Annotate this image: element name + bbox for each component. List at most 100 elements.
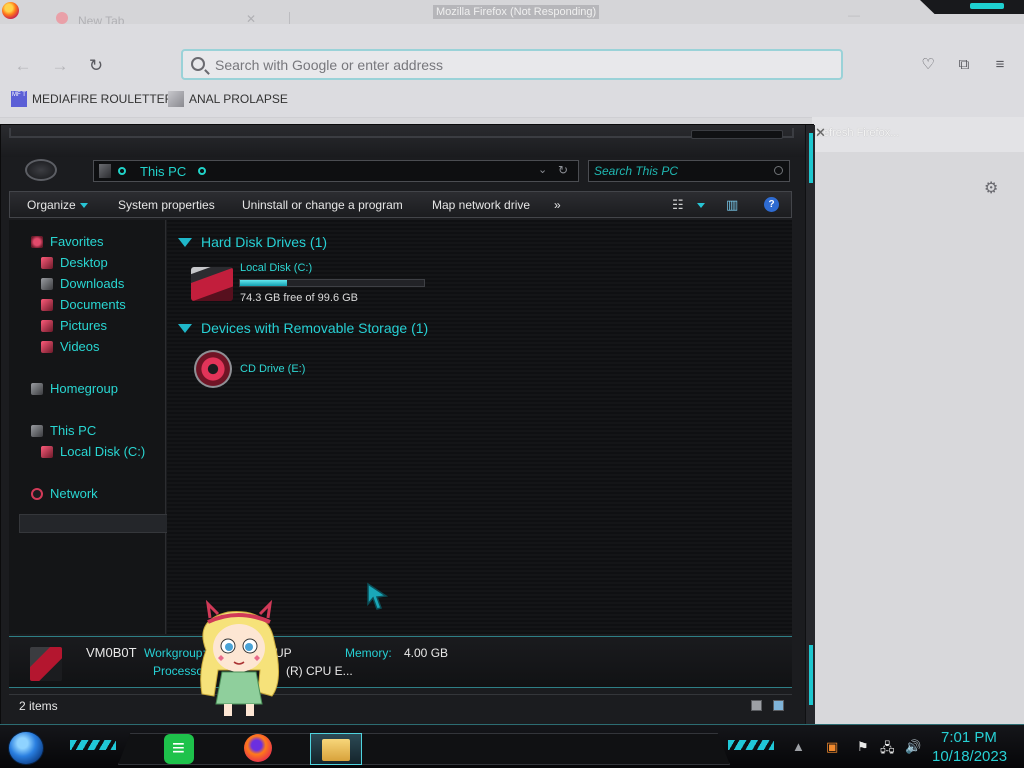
app-tray-icon[interactable]: ▣ bbox=[826, 739, 838, 755]
homegroup-icon bbox=[31, 382, 43, 395]
search-icon bbox=[774, 166, 783, 175]
refresh-icon[interactable]: ↻ bbox=[558, 163, 568, 177]
memory-label: Memory: bbox=[345, 646, 392, 660]
drive-c-name[interactable]: Local Disk (C:) bbox=[240, 262, 312, 274]
sidebar-item-this-pc[interactable]: This PC bbox=[31, 423, 96, 438]
tab-separator bbox=[289, 12, 290, 24]
sidebar-item-downloads[interactable]: Downloads bbox=[41, 276, 124, 291]
videos-icon bbox=[41, 340, 53, 353]
this-pc-icon bbox=[99, 164, 111, 178]
bookmark-favicon-icon bbox=[168, 91, 184, 107]
explorer-titlebar[interactable] bbox=[1, 125, 815, 157]
drive-icon bbox=[41, 445, 53, 458]
search-input[interactable] bbox=[594, 163, 764, 179]
reload-button[interactable]: ↻ bbox=[84, 54, 108, 78]
flag-icon[interactable]: ⚑ bbox=[857, 739, 869, 755]
command-bar: Organize System properties Uninstall or … bbox=[9, 191, 792, 218]
usage-bar-fill bbox=[240, 280, 287, 286]
mouse-cursor-icon bbox=[367, 582, 388, 610]
start-button[interactable] bbox=[8, 731, 44, 765]
cd-drive-icon[interactable] bbox=[194, 350, 232, 388]
notes-app-icon[interactable] bbox=[160, 733, 200, 765]
uninstall-program-button[interactable]: Uninstall or change a program bbox=[242, 198, 403, 212]
sidebar-item-network[interactable]: Network bbox=[31, 486, 98, 501]
selection-highlight bbox=[19, 514, 172, 533]
titlebar-ornament bbox=[691, 130, 783, 139]
sidebar-item-homegroup[interactable]: Homegroup bbox=[31, 381, 118, 396]
desktop-icon bbox=[41, 256, 53, 269]
sidebar-item-documents[interactable]: Documents bbox=[41, 297, 126, 312]
this-pc-icon bbox=[31, 424, 43, 437]
item-count: 2 items bbox=[19, 699, 58, 713]
pictures-icon bbox=[41, 319, 53, 332]
bookmark-mediafire[interactable]: MF T MEDIAFIRE ROULETTER bbox=[11, 90, 173, 108]
details-view-icon[interactable] bbox=[751, 700, 762, 711]
firefox-logo-icon[interactable] bbox=[2, 2, 19, 19]
network-icon bbox=[31, 487, 43, 500]
collapse-chevron-icon bbox=[178, 323, 192, 333]
dropdown-arrow-icon bbox=[79, 203, 88, 209]
organize-button[interactable]: Organize bbox=[27, 198, 88, 212]
firefox-icon[interactable] bbox=[240, 733, 280, 765]
sidebar-item-favorites[interactable]: Favorites bbox=[31, 234, 103, 249]
sidebar-item-desktop[interactable]: Desktop bbox=[41, 255, 108, 270]
breadcrumb-separator-icon[interactable] bbox=[118, 167, 126, 175]
map-network-drive-button[interactable]: Map network drive bbox=[432, 198, 530, 212]
search-box[interactable] bbox=[588, 160, 790, 182]
cartoon-girl-sticker-icon bbox=[200, 600, 279, 716]
address-bar[interactable] bbox=[181, 49, 843, 80]
preview-pane-icon[interactable]: ▥ bbox=[726, 197, 738, 213]
refresh-firefox-notification[interactable]: Refresh Firefox... ✕ bbox=[812, 117, 1024, 152]
change-view-icon[interactable]: ☷ bbox=[672, 197, 684, 213]
chevron-down-icon[interactable]: ⌄ bbox=[538, 163, 547, 176]
system-properties-button[interactable]: System properties bbox=[118, 198, 215, 212]
hamburger-menu-icon[interactable]: ≡ bbox=[990, 55, 1010, 75]
address-breadcrumb[interactable]: This PC ⌄ ↻ bbox=[93, 160, 579, 182]
file-explorer-icon[interactable] bbox=[310, 733, 362, 765]
drive-e-name[interactable]: CD Drive (E:) bbox=[240, 363, 305, 375]
pocket-icon[interactable]: ♡ bbox=[918, 55, 938, 75]
hard-disk-icon[interactable] bbox=[191, 267, 233, 301]
help-icon[interactable]: ? bbox=[764, 197, 779, 212]
back-forward-orb-icon[interactable] bbox=[25, 159, 57, 181]
sidebar-item-local-disk[interactable]: Local Disk (C:) bbox=[41, 444, 145, 459]
window-title: Mozilla Firefox (Not Responding) bbox=[433, 5, 600, 19]
status-bar: 2 items bbox=[9, 694, 792, 716]
window-edge bbox=[805, 125, 815, 726]
clock-date[interactable]: 10/18/2023 bbox=[932, 748, 1007, 765]
breadcrumb-this-pc[interactable]: This PC bbox=[140, 164, 186, 179]
back-button[interactable]: ← bbox=[11, 54, 35, 78]
sidebar-item-videos[interactable]: Videos bbox=[41, 339, 100, 354]
sidebar-item-pictures[interactable]: Pictures bbox=[41, 318, 107, 333]
bookmark-label: ANAL PROLAPSE bbox=[189, 92, 288, 106]
tab-favicon-icon bbox=[56, 12, 68, 24]
network-icon[interactable]: 🖧 bbox=[880, 739, 895, 761]
taskbar-ornament bbox=[728, 740, 774, 750]
collapse-chevron-icon bbox=[178, 237, 192, 247]
processor-value: (R) CPU E... bbox=[286, 664, 353, 678]
view-options-dropdown[interactable] bbox=[693, 198, 705, 212]
breadcrumb-separator-icon[interactable] bbox=[198, 167, 206, 175]
drive-c-usage-bar bbox=[239, 279, 425, 287]
group-header-hard-disk[interactable]: Hard Disk Drives (1) bbox=[178, 234, 327, 250]
volume-icon[interactable]: 🔊 bbox=[905, 739, 921, 755]
forward-button[interactable]: → bbox=[48, 54, 72, 78]
group-header-removable[interactable]: Devices with Removable Storage (1) bbox=[178, 320, 428, 336]
bookmark-anal-prolapse[interactable]: ANAL PROLAPSE bbox=[168, 90, 288, 108]
gear-icon[interactable]: ⚙ bbox=[984, 178, 998, 198]
address-input[interactable] bbox=[215, 55, 815, 75]
extensions-icon[interactable]: ⧉ bbox=[954, 55, 974, 75]
more-commands-button[interactable]: » bbox=[554, 198, 561, 212]
documents-icon bbox=[41, 298, 53, 311]
search-icon bbox=[191, 57, 205, 71]
notification-close-icon[interactable]: ✕ bbox=[815, 125, 1004, 141]
large-icons-view-icon[interactable] bbox=[773, 700, 784, 711]
memory-value: 4.00 GB bbox=[404, 646, 449, 660]
minimize-button[interactable]: — bbox=[848, 8, 860, 22]
file-explorer-window: This PC ⌄ ↻ Organize System properties U… bbox=[0, 124, 815, 726]
favorites-icon bbox=[31, 235, 43, 248]
show-hidden-icons-icon[interactable]: ▲ bbox=[792, 739, 805, 754]
taskbar: ▲ ▣ ⚑ 🖧 🔊 7:01 PM 10/18/2023 bbox=[0, 724, 1024, 768]
computer-icon bbox=[30, 647, 62, 681]
clock-time[interactable]: 7:01 PM bbox=[941, 729, 997, 746]
